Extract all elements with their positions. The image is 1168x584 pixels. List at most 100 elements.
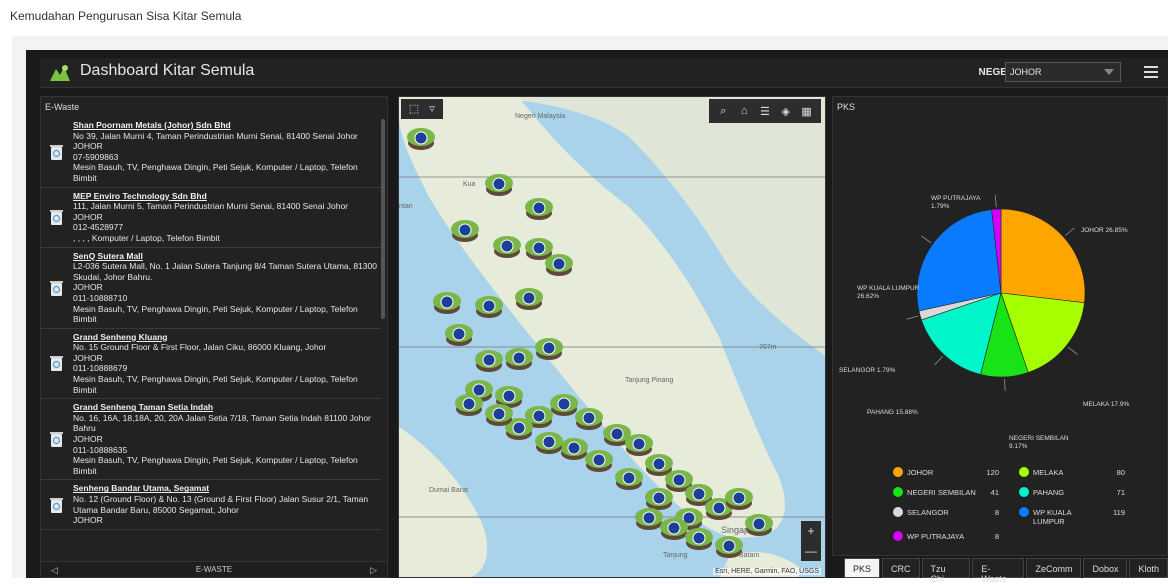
pie-slice[interactable]	[916, 209, 1002, 312]
list-item-name[interactable]: Senheng Bandar Utama, Segamat	[73, 483, 377, 494]
map-marker[interactable]	[505, 348, 533, 370]
home-icon[interactable]: ⌂	[737, 105, 751, 117]
search-icon[interactable]: ⌕	[716, 105, 730, 118]
list-scrollbar[interactable]	[381, 119, 385, 319]
map-marker[interactable]	[451, 220, 479, 242]
tab-zecomm[interactable]: ZeComm	[1026, 558, 1082, 578]
tab-tzu-chi[interactable]: Tzu Chi	[921, 558, 971, 584]
list-item[interactable]: SenQ Sutera Mall L2-036 Sutera Mall, No. …	[41, 248, 381, 329]
map-marker[interactable]	[535, 338, 563, 360]
hamburger-menu-icon[interactable]	[1144, 66, 1158, 78]
map-view[interactable]: ⬚ ▿ ⌕ ⌂ ☰ ◈ ▦ Dumai Barat Singap Tanjung…	[398, 96, 826, 578]
legend-label[interactable]: NEGERI SEMBILAN	[907, 488, 977, 497]
map-marker[interactable]	[660, 518, 688, 540]
pie-leader-line	[1004, 378, 1006, 391]
map-marker[interactable]	[485, 174, 513, 196]
list-item-name[interactable]: Shan Poornam Metals (Johor) Sdn Bhd	[73, 120, 377, 131]
legend-label[interactable]: WP KUALA LUMPUR	[1033, 508, 1103, 526]
map-marker[interactable]	[635, 508, 663, 530]
list-item[interactable]: MEP Enviro Technology Sdn Bhd 111, Jalan …	[41, 188, 381, 248]
map-marker[interactable]	[585, 450, 613, 472]
zoom-out-button[interactable]: —	[801, 541, 821, 561]
list-item[interactable]: Grand Senheng Taman Setia Indah No. 16, 1…	[41, 399, 381, 481]
map-marker[interactable]	[545, 254, 573, 276]
chevron-down-icon[interactable]: ▿	[425, 102, 439, 115]
list-item-detail: Mesin Basuh, TV, Penghawa Dingin, Peti S…	[73, 162, 358, 183]
map-marker[interactable]	[445, 324, 473, 346]
legend-swatch	[893, 467, 903, 477]
tab-crc[interactable]: CRC	[882, 558, 920, 578]
basemap-gallery-icon[interactable]: ▦	[800, 105, 814, 118]
legend-value: 120	[986, 468, 999, 477]
legend-swatch	[893, 531, 903, 541]
map-marker[interactable]	[575, 408, 603, 430]
legend-label[interactable]: WP PUTRAJAYA	[907, 532, 977, 541]
recycle-bin-icon	[50, 356, 63, 372]
map-marker[interactable]	[745, 514, 773, 536]
dashboard: Dashboard Kitar Semula NEGERI : JOHOR E-…	[26, 50, 1168, 584]
list-item-name[interactable]: MEP Enviro Technology Sdn Bhd	[73, 191, 377, 202]
negeri-dropdown[interactable]: JOHOR	[1005, 62, 1121, 82]
list-item-name[interactable]: SenQ Sutera Mall	[73, 251, 377, 262]
map-place-label: Tanjung	[663, 552, 688, 559]
legend-swatch	[1019, 487, 1029, 497]
legend-swatch	[1019, 467, 1029, 477]
pie-leader-line	[906, 315, 919, 320]
next-arrow-icon[interactable]: ▷	[370, 565, 377, 576]
map-marker[interactable]	[535, 432, 563, 454]
list-item-detail: No. 15 Ground Floor & First Floor, Jalan…	[73, 342, 327, 353]
tab-e-waste[interactable]: E-Waste	[972, 558, 1025, 584]
list-item-detail: 07-5909863	[73, 151, 119, 162]
ewaste-list-panel: E-Waste Shan Poornam Metals (Johor) Sdn …	[40, 96, 388, 578]
map-marker[interactable]	[725, 488, 753, 510]
pie-leader-line	[995, 195, 997, 208]
list-item-detail: JOHOR	[73, 434, 103, 445]
list-item[interactable]: Shan Poornam Metals (Johor) Sdn Bhd No 39…	[41, 117, 381, 188]
list-item-name[interactable]: Grand Senheng Kluang	[73, 332, 377, 343]
pie-slice[interactable]	[1000, 208, 1086, 304]
layers-icon[interactable]: ◈	[779, 105, 793, 118]
dashboard-header: Dashboard Kitar Semula NEGERI : JOHOR	[40, 58, 1168, 88]
legend-value: 80	[1116, 468, 1125, 477]
recycle-bin-icon	[50, 210, 63, 226]
list-item[interactable]: Grand Senheng Kluang No. 15 Ground Floor …	[41, 329, 381, 400]
map-marker[interactable]	[525, 198, 553, 220]
map-marker[interactable]	[455, 394, 483, 416]
map-marker[interactable]	[433, 292, 461, 314]
map-marker[interactable]	[407, 128, 435, 150]
pks-chart-panel: PKS JOHOR 26.85% MELAKA 17.9% NEGERI SEMBI…	[832, 96, 1168, 556]
map-marker[interactable]	[515, 288, 543, 310]
map-marker[interactable]	[475, 296, 503, 318]
legend-label[interactable]: PAHANG	[1033, 488, 1103, 497]
recycle-bin-icon	[50, 432, 63, 448]
map-marker[interactable]	[645, 488, 673, 510]
ewaste-list: Shan Poornam Metals (Johor) Sdn Bhd No 39…	[41, 117, 381, 561]
legend-label[interactable]: JOHOR	[907, 468, 977, 477]
map-marker[interactable]	[475, 350, 503, 372]
zoom-control: + —	[801, 521, 821, 561]
map-place-label: ntan	[399, 203, 413, 210]
map-marker[interactable]	[625, 434, 653, 456]
map-marker[interactable]	[525, 238, 553, 260]
map-toolbar-right: ⌕ ⌂ ☰ ◈ ▦	[709, 99, 821, 123]
tab-pks[interactable]: PKS	[844, 558, 881, 578]
map-marker[interactable]	[493, 236, 521, 258]
map-canvas[interactable]	[399, 97, 826, 578]
legend-list-icon[interactable]: ☰	[758, 105, 772, 118]
map-marker[interactable]	[685, 528, 713, 550]
tab-dobox[interactable]: Dobox	[1083, 558, 1128, 578]
map-marker[interactable]	[615, 468, 643, 490]
legend-label[interactable]: MELAKA	[1033, 468, 1103, 477]
tab-kloth[interactable]: Kloth	[1129, 558, 1168, 578]
pie-slice-label: PAHANG 15.88%	[867, 409, 918, 416]
map-place-label: Negeri Malaysia	[515, 113, 566, 120]
select-tool-icon[interactable]: ⬚	[407, 102, 421, 115]
list-item-name[interactable]: Grand Senheng Taman Setia Indah	[73, 402, 377, 413]
map-marker[interactable]	[485, 404, 513, 426]
map-marker[interactable]	[550, 394, 578, 416]
map-marker[interactable]	[645, 454, 673, 476]
zoom-in-button[interactable]: +	[801, 521, 821, 541]
legend-label[interactable]: SELANGOR	[907, 508, 977, 517]
map-marker[interactable]	[560, 438, 588, 460]
list-item[interactable]: Senheng Bandar Utama, Segamat No. 12 (Gro…	[41, 480, 381, 530]
